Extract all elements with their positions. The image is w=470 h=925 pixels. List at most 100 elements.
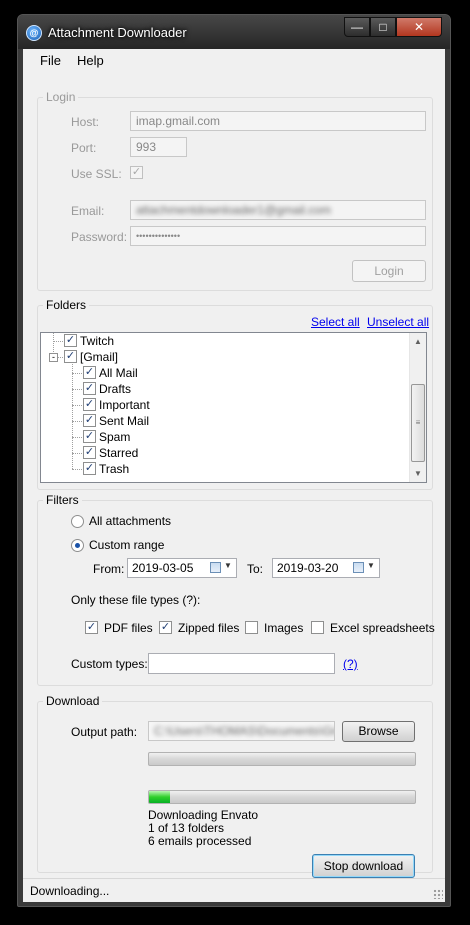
ssl-checkbox[interactable]: ✓ <box>130 166 143 179</box>
folder-label: Drafts <box>99 382 132 396</box>
folder-checkbox[interactable]: ✓ <box>83 462 96 475</box>
calendar-icon <box>353 562 364 573</box>
window-title: Attachment Downloader <box>48 25 187 40</box>
images-checkbox[interactable] <box>245 621 258 634</box>
status-line-emails: 6 emails processed <box>148 834 252 848</box>
to-date-value: 2019-03-20 <box>277 561 339 575</box>
output-path-value: C:\Users\THOMAS\Documents\Gmail <box>154 724 335 738</box>
menu-help[interactable]: Help <box>77 53 104 68</box>
excel-checkbox[interactable] <box>311 621 324 634</box>
folder-label: All Mail <box>99 366 138 380</box>
excel-label: Excel spreadsheets <box>330 621 435 635</box>
custom-range-radio[interactable] <box>71 539 84 552</box>
client-area: File Help Login Host: imap.gmail.com Por… <box>23 49 445 902</box>
tree-scrollbar[interactable]: ▲ ≡ ▼ <box>409 333 426 482</box>
tree-line <box>72 421 82 422</box>
folder-label: Sent Mail <box>99 414 150 428</box>
tree-line <box>72 405 82 406</box>
port-label: Port: <box>71 141 97 155</box>
all-attachments-label: All attachments <box>89 514 172 528</box>
tree-line <box>72 469 82 470</box>
pdf-label: PDF files <box>104 621 153 635</box>
tree-line <box>72 453 82 454</box>
scroll-down-icon[interactable]: ▼ <box>410 465 426 482</box>
tree-line <box>53 341 63 342</box>
chevron-down-icon: ▼ <box>224 561 232 570</box>
zipped-checkbox[interactable]: ✓ <box>159 621 172 634</box>
custom-range-label: Custom range <box>89 538 165 552</box>
folder-checkbox[interactable]: ✓ <box>64 350 77 363</box>
filters-group-title: Filters <box>43 493 82 507</box>
menu-bar: File Help <box>23 49 445 71</box>
email-value: attachmentdownloader1@gmail.com <box>136 203 331 217</box>
folder-checkbox[interactable]: ✓ <box>83 382 96 395</box>
to-date-picker[interactable]: 2019-03-20 ▼ <box>272 558 380 578</box>
folder-label: Trash <box>99 462 130 476</box>
calendar-icon <box>210 562 221 573</box>
close-button[interactable]: ✕ <box>396 17 442 37</box>
status-line-folders: 1 of 13 folders <box>148 821 225 835</box>
minimize-button[interactable]: — <box>344 17 370 37</box>
menu-file[interactable]: File <box>40 53 61 68</box>
collapse-icon[interactable]: - <box>49 353 58 362</box>
folder-label: Starred <box>99 446 139 460</box>
title-bar[interactable]: @ Attachment Downloader — □ ✕ <box>18 15 450 49</box>
status-line-current: Downloading Envato <box>148 808 259 822</box>
host-field[interactable]: imap.gmail.com <box>130 111 426 131</box>
folder-checkbox[interactable]: ✓ <box>64 334 77 347</box>
email-label: Email: <box>71 204 105 218</box>
select-all-link[interactable]: Select all <box>311 315 360 329</box>
scroll-thumb[interactable]: ≡ <box>411 384 425 462</box>
port-field[interactable]: 993 <box>130 137 187 157</box>
status-text: Downloading... <box>30 884 110 898</box>
pdf-checkbox[interactable]: ✓ <box>85 621 98 634</box>
to-label: To: <box>247 562 264 576</box>
folder-checkbox[interactable]: ✓ <box>83 366 96 379</box>
folder-label: Spam <box>99 430 131 444</box>
folder-checkbox[interactable]: ✓ <box>83 430 96 443</box>
maximize-button[interactable]: □ <box>370 17 396 37</box>
browse-button[interactable]: Browse <box>342 721 415 742</box>
custom-types-input[interactable] <box>148 653 335 674</box>
all-attachments-radio[interactable] <box>71 515 84 528</box>
file-types-label: Only these file types (?): <box>71 593 201 607</box>
download-group-title: Download <box>43 694 103 708</box>
custom-types-label: Custom types: <box>71 657 148 671</box>
password-label: Password: <box>71 230 128 244</box>
custom-types-help-link[interactable]: (?) <box>343 657 358 671</box>
folder-label: Twitch <box>80 334 115 348</box>
images-label: Images <box>264 621 304 635</box>
app-window: @ Attachment Downloader — □ ✕ File Help … <box>17 14 451 907</box>
folder-progress-bar <box>148 752 416 766</box>
output-path-label: Output path: <box>71 725 138 739</box>
tree-line <box>72 389 82 390</box>
login-group-title: Login <box>43 90 79 104</box>
item-progress-fill <box>149 791 171 803</box>
tree-line <box>72 437 82 438</box>
login-button[interactable]: Login <box>352 260 426 282</box>
resize-grip-icon[interactable] <box>433 889 443 899</box>
folder-label: [Gmail] <box>80 350 119 364</box>
email-field[interactable]: attachmentdownloader1@gmail.com <box>130 200 426 220</box>
tree-line <box>72 373 82 374</box>
unselect-all-link[interactable]: Unselect all <box>367 315 429 329</box>
from-label: From: <box>93 562 125 576</box>
folders-group-title: Folders <box>43 298 90 312</box>
output-path-field[interactable]: C:\Users\THOMAS\Documents\Gmail <box>148 721 335 741</box>
app-icon: @ <box>26 25 42 41</box>
folder-checkbox[interactable]: ✓ <box>83 414 96 427</box>
password-field[interactable]: •••••••••••••• <box>130 226 426 246</box>
folder-tree[interactable]: - ✓ Twitch ✓ [Gmail] ✓ All Mail ✓ Drafts… <box>40 332 427 483</box>
chevron-down-icon: ▼ <box>367 561 375 570</box>
item-progress-bar <box>148 790 416 804</box>
from-date-value: 2019-03-05 <box>132 561 194 575</box>
folder-checkbox[interactable]: ✓ <box>83 398 96 411</box>
folder-label: Important <box>99 398 150 412</box>
stop-download-button[interactable]: Stop download <box>312 854 415 878</box>
zipped-label: Zipped files <box>178 621 240 635</box>
status-bar: Downloading... <box>23 878 445 902</box>
from-date-picker[interactable]: 2019-03-05 ▼ <box>127 558 237 578</box>
folder-checkbox[interactable]: ✓ <box>83 446 96 459</box>
host-label: Host: <box>71 115 100 129</box>
scroll-up-icon[interactable]: ▲ <box>410 333 426 350</box>
